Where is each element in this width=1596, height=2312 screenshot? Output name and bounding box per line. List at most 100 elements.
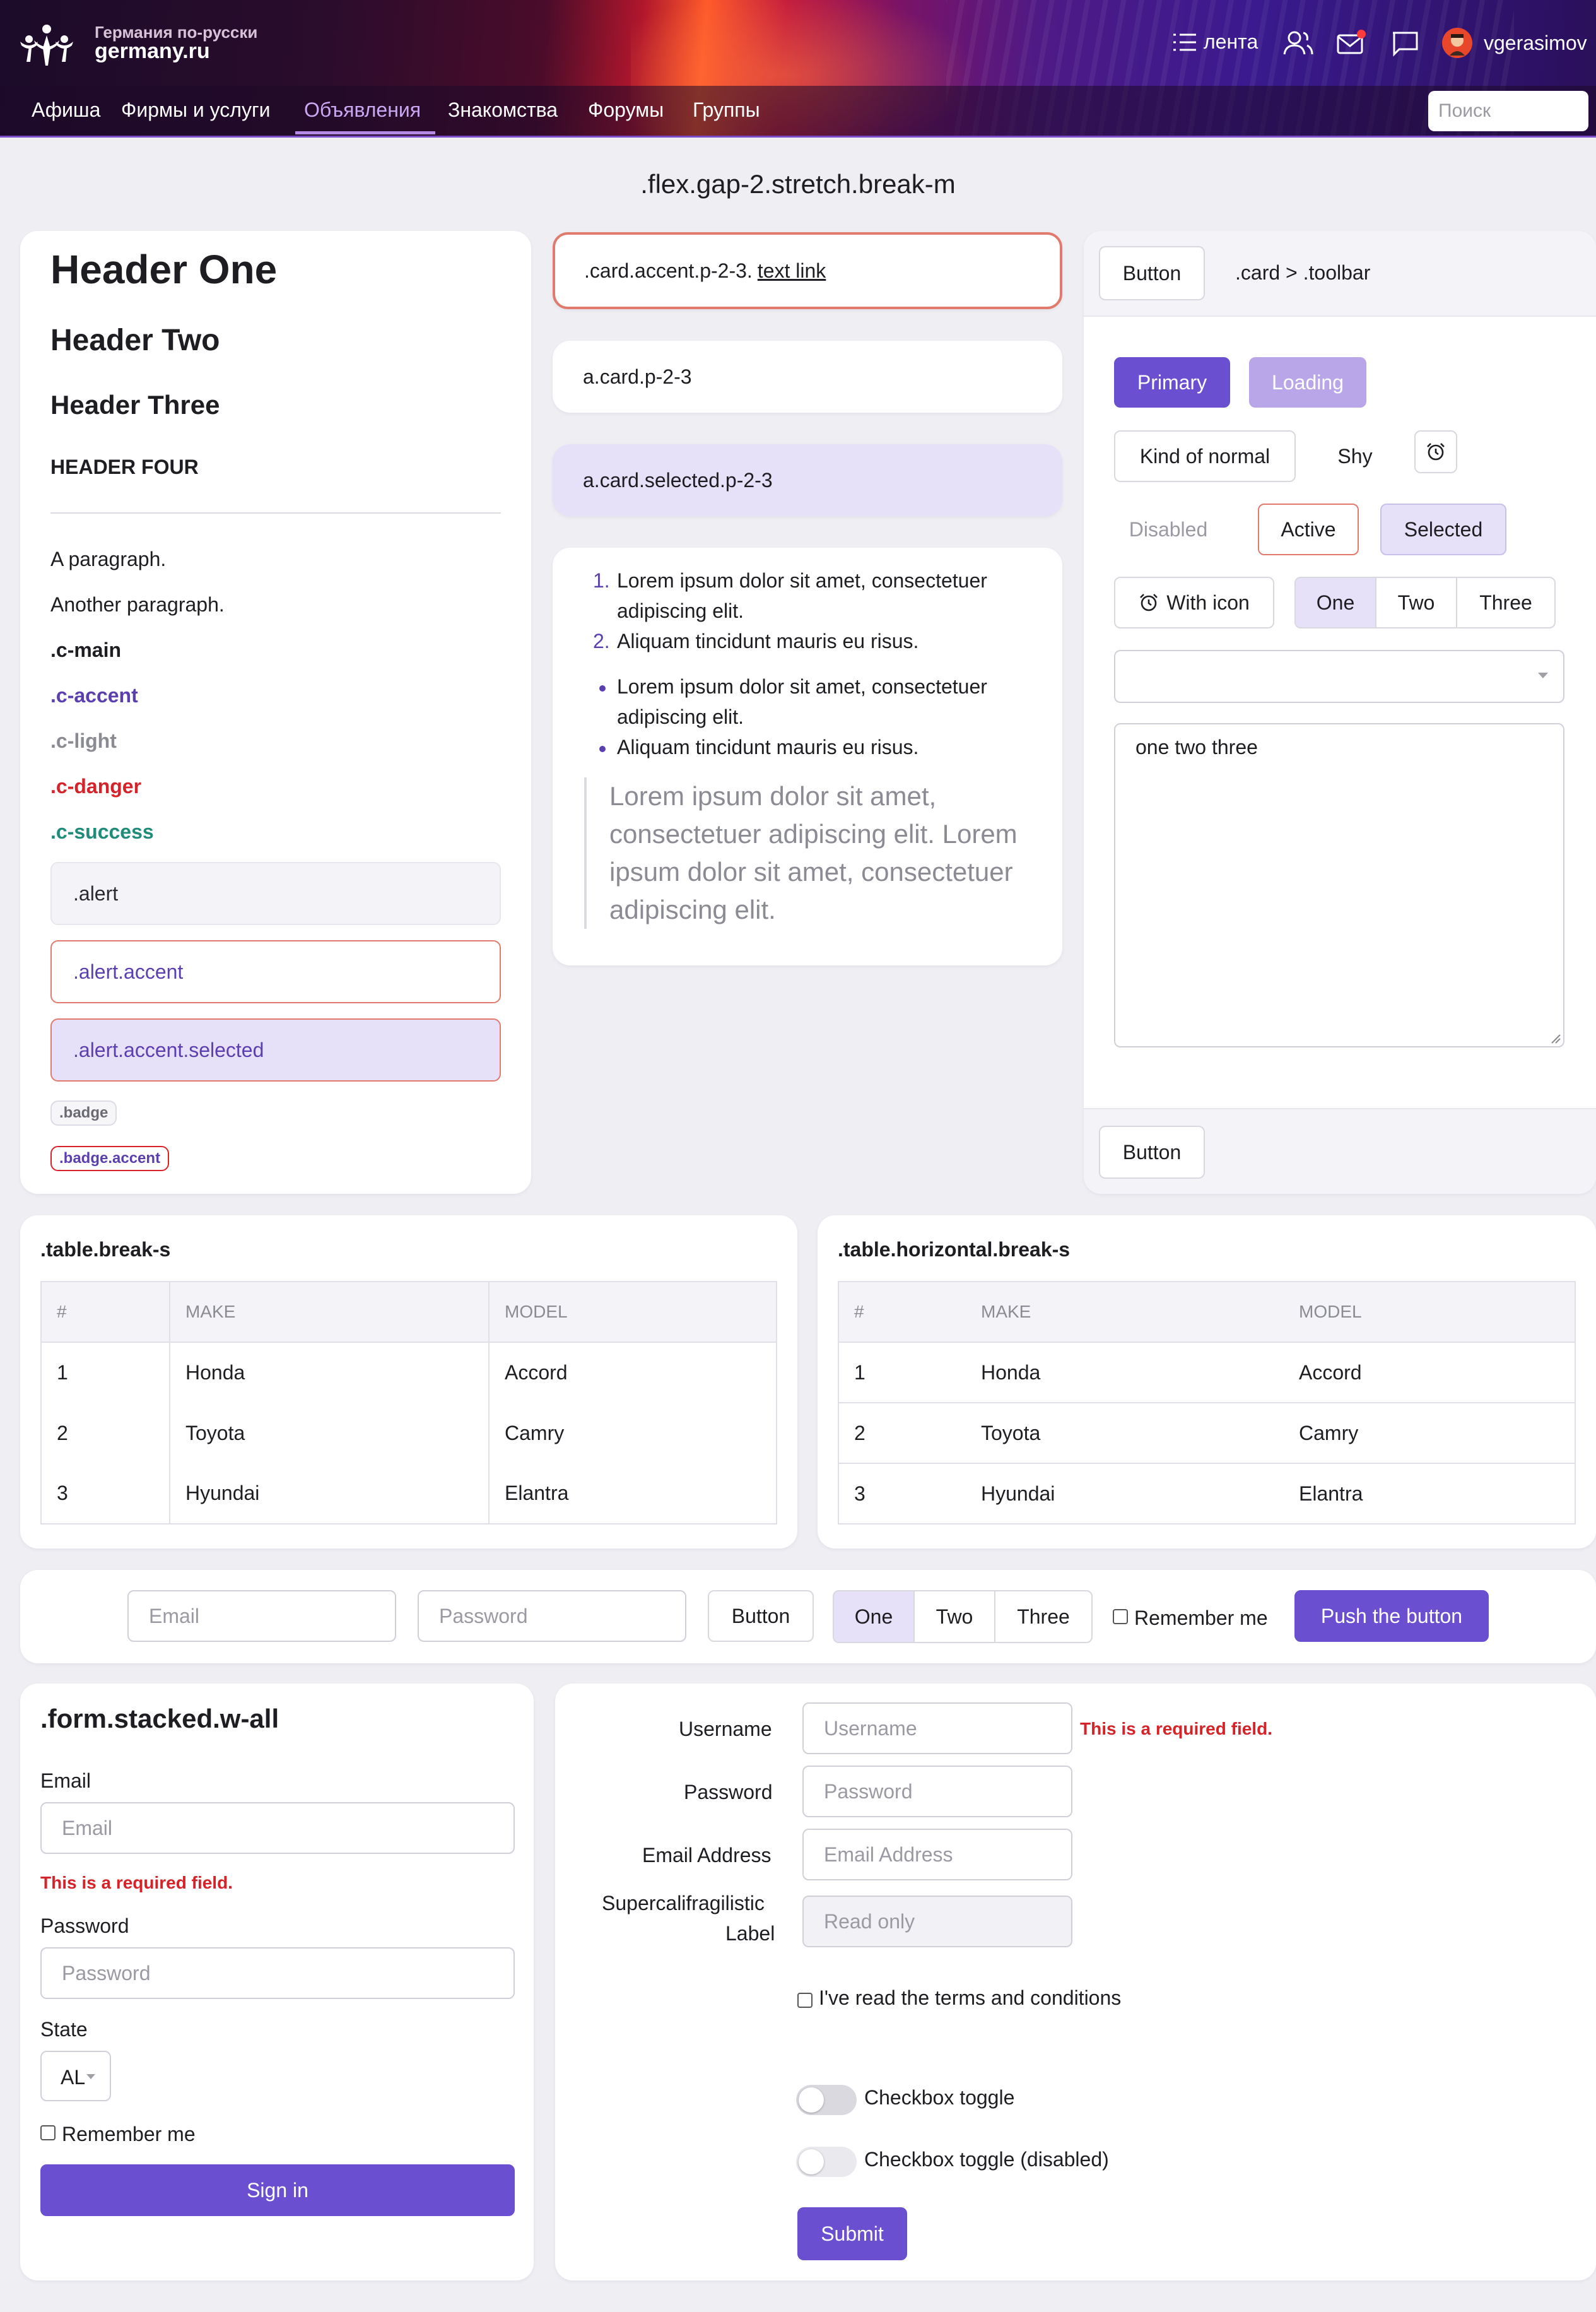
column-header[interactable]: #: [41, 1282, 170, 1343]
footer-button[interactable]: Button: [1099, 1126, 1205, 1179]
search-input[interactable]: [1428, 91, 1588, 131]
shy-button[interactable]: Shy: [1318, 430, 1392, 482]
group-option-three[interactable]: Three: [995, 1591, 1091, 1642]
textarea[interactable]: one two three: [1114, 723, 1564, 1047]
normal-button[interactable]: Kind of normal: [1114, 430, 1296, 482]
unordered-list-item-continued: adipiscing elit.: [617, 705, 744, 728]
active-button[interactable]: Active: [1258, 504, 1359, 555]
group-option-three[interactable]: Three: [1457, 578, 1554, 627]
inline-button[interactable]: Button: [708, 1590, 814, 1642]
remember-me-label[interactable]: Remember me: [1134, 1607, 1268, 1630]
blockquote-border: [584, 777, 587, 929]
group-option-two[interactable]: Two: [1376, 578, 1457, 627]
with-icon-button[interactable]: With icon: [1114, 577, 1274, 628]
email-address-label: Email Address: [642, 1844, 772, 1867]
paragraph: A paragraph.: [50, 548, 167, 570]
feed-link[interactable]: лента: [1172, 30, 1258, 54]
header-three: Header Three: [50, 390, 220, 420]
mail-icon[interactable]: [1336, 29, 1366, 57]
table-cell: 3: [41, 1463, 170, 1524]
submit-button[interactable]: Submit: [797, 2207, 907, 2260]
card-accent-label: .card.accent.p-2-3.: [584, 259, 753, 282]
column-header[interactable]: MODEL: [489, 1282, 777, 1343]
checkbox-toggle[interactable]: [796, 2085, 857, 2115]
data-table: # MAKE MODEL 1 Honda Accord 2 Toyota Cam…: [40, 1281, 777, 1525]
ordered-list-item: Lorem ipsum dolor sit amet, consectetuer: [617, 569, 987, 592]
avatar[interactable]: [1442, 28, 1472, 58]
color-danger-text: .c-danger: [50, 775, 142, 798]
table-cell: Accord: [1299, 1360, 1362, 1384]
bullet: [599, 685, 606, 692]
state-label: State: [40, 2018, 88, 2041]
color-success-text: .c-success: [50, 820, 154, 843]
column-header[interactable]: MAKE: [170, 1282, 490, 1343]
table-title: .table.break-s: [40, 1238, 171, 1261]
table-row: 1 Honda Accord: [41, 1342, 777, 1403]
resize-handle-icon[interactable]: [1549, 1032, 1561, 1044]
alarm-clock-icon: [1427, 443, 1445, 461]
remember-me-checkbox[interactable]: [1113, 1609, 1128, 1624]
username-field[interactable]: Username: [802, 1702, 1072, 1754]
nav-item-forums[interactable]: Форумы: [588, 98, 664, 122]
table-cell: 1: [854, 1360, 865, 1384]
logo-site-name[interactable]: germany.ru: [95, 39, 210, 64]
data-table-horizontal: # MAKE MODEL 1 Honda Accord 2 Toyota Cam…: [838, 1281, 1576, 1525]
nav-item-groups[interactable]: Группы: [693, 98, 760, 122]
terms-label[interactable]: I've read the terms and conditions: [819, 1986, 1121, 2010]
toolbar-label: .card > .toolbar: [1235, 261, 1371, 284]
toggle-knob: [799, 2149, 824, 2174]
table-cell: Accord: [505, 1361, 568, 1384]
password-field[interactable]: Password: [418, 1590, 686, 1642]
card-selected-link[interactable]: a.card.selected.p-2-3: [553, 444, 1062, 516]
toggle-knob: [799, 2087, 824, 2113]
push-button[interactable]: Push the button: [1294, 1590, 1489, 1642]
user-name[interactable]: vgerasimov: [1484, 32, 1587, 55]
stacked-remember-label[interactable]: Remember me: [62, 2123, 196, 2146]
disabled-button[interactable]: Disabled: [1114, 504, 1223, 555]
stacked-remember-checkbox[interactable]: [40, 2125, 56, 2140]
nav-item-dating[interactable]: Знакомства: [448, 98, 558, 122]
terms-checkbox[interactable]: [797, 1993, 813, 2008]
text-link[interactable]: text link: [758, 259, 826, 283]
ordered-list-item-continued: adipiscing elit.: [617, 599, 744, 622]
selected-button[interactable]: Selected: [1380, 504, 1506, 555]
chat-icon[interactable]: [1390, 29, 1421, 57]
nav-item-classifieds[interactable]: Объявления: [304, 98, 421, 122]
table-row: 3 Hyundai Elantra: [41, 1463, 777, 1524]
ordered-list-number: 1.: [593, 569, 610, 592]
sign-in-button[interactable]: Sign in: [40, 2164, 515, 2216]
loading-button[interactable]: Loading: [1249, 357, 1366, 408]
stacked-email-field[interactable]: Email: [40, 1802, 515, 1854]
column-header[interactable]: #: [838, 1282, 966, 1343]
horizontal-password-field[interactable]: Password: [802, 1766, 1072, 1817]
table-row: 3 Hyundai Elantra: [838, 1463, 1575, 1524]
select-dropdown[interactable]: [1114, 650, 1564, 703]
table-cell: Camry: [505, 1421, 565, 1444]
group-option-two[interactable]: Two: [915, 1591, 995, 1642]
alarm-icon-button[interactable]: [1414, 430, 1457, 473]
nav-item-firms[interactable]: Фирмы и услуги: [121, 98, 271, 122]
email-address-field[interactable]: Email Address: [802, 1829, 1072, 1880]
primary-button[interactable]: Primary: [1114, 357, 1230, 408]
table-cell: Camry: [1284, 1402, 1575, 1463]
group-option-one[interactable]: One: [834, 1591, 915, 1642]
state-value: AL: [61, 2066, 86, 2089]
column-header[interactable]: MODEL: [1284, 1282, 1575, 1343]
table-cell: Honda: [981, 1360, 1041, 1384]
stacked-password-field[interactable]: Password: [40, 1947, 515, 1999]
alert-accent-selected: .alert.accent.selected: [50, 1018, 501, 1082]
alert-accent: .alert.accent: [50, 940, 501, 1003]
blockquote-line: consectetuer adipiscing elit. Lorem: [609, 819, 1018, 849]
table-header-row: # MAKE MODEL: [838, 1282, 1575, 1343]
state-select[interactable]: AL: [40, 2051, 111, 2101]
logo-icon[interactable]: [18, 23, 76, 67]
friends-icon[interactable]: [1283, 29, 1313, 57]
username-label: Username: [679, 1718, 772, 1740]
group-option-one[interactable]: One: [1296, 578, 1376, 627]
toolbar-button[interactable]: Button: [1099, 246, 1205, 300]
card-link[interactable]: a.card.p-2-3: [553, 341, 1062, 413]
email-field[interactable]: Email: [127, 1590, 396, 1642]
column-header[interactable]: MAKE: [966, 1282, 1284, 1343]
checkbox-toggle-label[interactable]: Checkbox toggle: [864, 2086, 1014, 2109]
nav-item-afisha[interactable]: Афиша: [32, 98, 100, 122]
